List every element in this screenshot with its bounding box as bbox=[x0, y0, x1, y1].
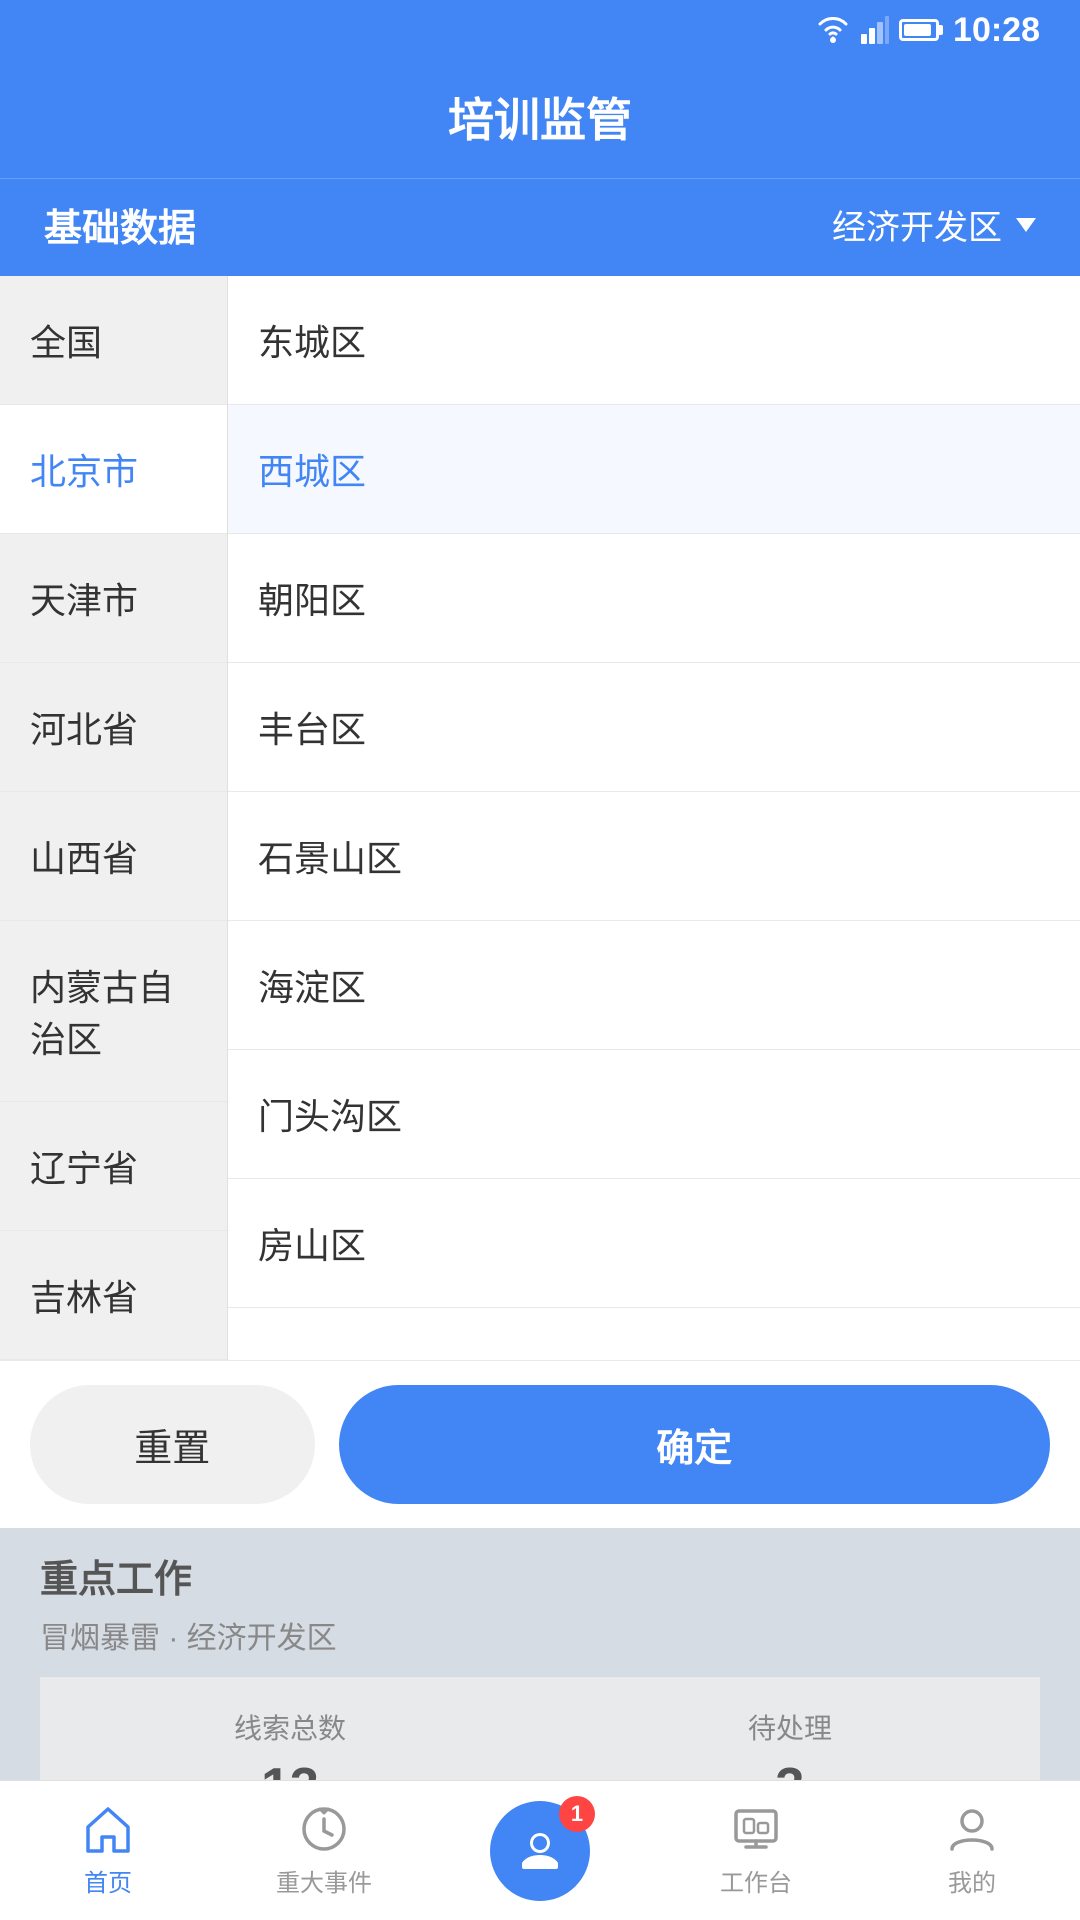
left-item-tianjin[interactable]: 天津市 bbox=[0, 534, 227, 663]
bg-subtitle: 冒烟暴雷 · 经济开发区 bbox=[40, 1613, 1040, 1657]
app-title: 培训监管 bbox=[0, 84, 1080, 150]
fab-button[interactable]: 1 bbox=[490, 1801, 590, 1901]
right-item-xicheng[interactable]: 西城区 bbox=[228, 405, 1080, 534]
events-icon bbox=[298, 1803, 350, 1855]
left-item-hebei[interactable]: 河北省 bbox=[0, 663, 227, 792]
right-item-shijingshan[interactable]: 石景山区 bbox=[228, 792, 1080, 921]
nav-item-events[interactable]: 重大事件 bbox=[216, 1803, 432, 1898]
left-item-beijing[interactable]: 北京市 bbox=[0, 405, 227, 534]
nav-label-events: 重大事件 bbox=[276, 1863, 372, 1898]
left-item-neimenggu[interactable]: 内蒙古自治区 bbox=[0, 921, 227, 1102]
reset-button[interactable]: 重置 bbox=[30, 1385, 315, 1504]
nav-label-home: 首页 bbox=[84, 1863, 132, 1898]
home-icon bbox=[82, 1803, 134, 1855]
subtitle-bar: 基础数据 经济开发区 bbox=[0, 178, 1080, 276]
selection-panel: 全国 北京市 天津市 河北省 山西省 内蒙古自治区 辽宁省 吉林省 东城区 西城… bbox=[0, 276, 1080, 1360]
left-item-quanguo[interactable]: 全国 bbox=[0, 276, 227, 405]
nav-label-workspace: 工作台 bbox=[720, 1863, 792, 1898]
region-label: 经济开发区 bbox=[832, 200, 1002, 249]
right-item-fangshan[interactable]: 房山区 bbox=[228, 1179, 1080, 1308]
right-item-fengtai[interactable]: 丰台区 bbox=[228, 663, 1080, 792]
right-column: 东城区 西城区 朝阳区 丰台区 石景山区 海淀区 门头沟区 房山区 bbox=[228, 276, 1080, 1360]
right-item-haidian[interactable]: 海淀区 bbox=[228, 921, 1080, 1050]
selection-modal: 全国 北京市 天津市 河北省 山西省 内蒙古自治区 辽宁省 吉林省 东城区 西城… bbox=[0, 276, 1080, 1528]
nav-label-profile: 我的 bbox=[948, 1863, 996, 1898]
stat-total-label: 线索总数 bbox=[70, 1707, 510, 1747]
left-item-shanxi[interactable]: 山西省 bbox=[0, 792, 227, 921]
workspace-icon bbox=[730, 1803, 782, 1855]
nav-item-home[interactable]: 首页 bbox=[0, 1803, 216, 1898]
left-column: 全国 北京市 天津市 河北省 山西省 内蒙古自治区 辽宁省 吉林省 bbox=[0, 276, 228, 1360]
fab-icon bbox=[518, 1829, 562, 1873]
fab-badge: 1 bbox=[559, 1796, 595, 1832]
right-item-mentougou[interactable]: 门头沟区 bbox=[228, 1050, 1080, 1179]
button-row: 重置 确定 bbox=[0, 1360, 1080, 1528]
profile-icon bbox=[946, 1803, 998, 1855]
left-item-liaoning[interactable]: 辽宁省 bbox=[0, 1102, 227, 1231]
fab-container: 1 bbox=[432, 1801, 648, 1901]
left-item-jilin[interactable]: 吉林省 bbox=[0, 1231, 227, 1360]
bg-title: 重点工作 bbox=[40, 1548, 1040, 1603]
region-dropdown[interactable]: 经济开发区 bbox=[832, 200, 1036, 249]
confirm-button[interactable]: 确定 bbox=[339, 1385, 1050, 1504]
app-header: 培训监管 bbox=[0, 60, 1080, 178]
signal-icon bbox=[861, 16, 889, 44]
status-bar: 10:28 bbox=[0, 0, 1080, 60]
status-icons bbox=[815, 16, 939, 44]
dropdown-arrow-icon bbox=[1016, 218, 1036, 232]
stat-pending-label: 待处理 bbox=[570, 1707, 1010, 1747]
nav-item-workspace[interactable]: 工作台 bbox=[648, 1803, 864, 1898]
right-item-dongcheng[interactable]: 东城区 bbox=[228, 276, 1080, 405]
battery-icon bbox=[899, 19, 939, 41]
time-display: 10:28 bbox=[953, 11, 1040, 50]
wifi-icon bbox=[815, 17, 851, 43]
subtitle-label: 基础数据 bbox=[44, 197, 196, 252]
nav-item-profile[interactable]: 我的 bbox=[864, 1803, 1080, 1898]
bottom-nav: 首页 重大事件 1 工作台 bbox=[0, 1780, 1080, 1920]
right-item-chaoyang[interactable]: 朝阳区 bbox=[228, 534, 1080, 663]
